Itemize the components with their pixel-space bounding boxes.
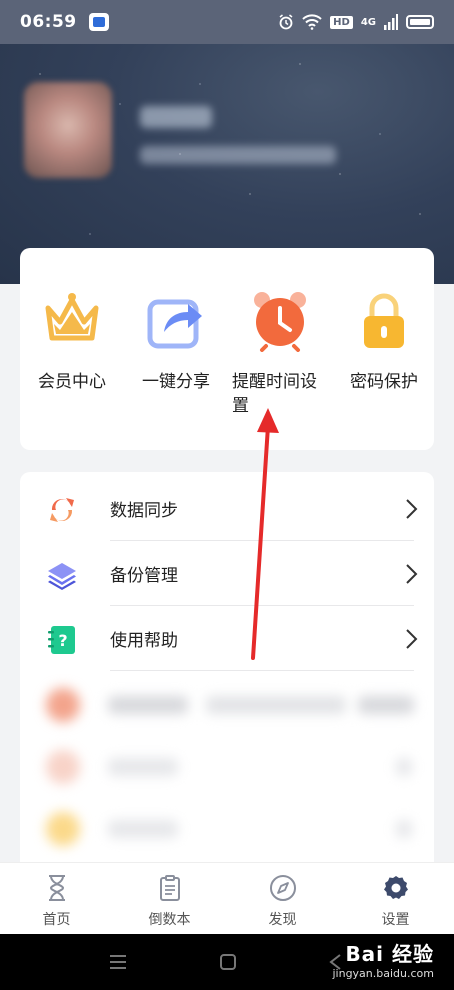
quick-action-share[interactable]: 一键分享 — [124, 248, 228, 450]
alarm-clock-icon — [254, 292, 306, 352]
tab-label: 设置 — [381, 912, 410, 928]
tab-countdown-book[interactable]: 倒数本 — [113, 863, 226, 935]
profile-description-blurred — [140, 146, 336, 164]
tab-label: 发现 — [268, 912, 297, 928]
chevron-right-icon — [406, 499, 418, 519]
tab-home[interactable]: 首页 — [0, 863, 113, 935]
status-bar: 06:59 HD 4G — [0, 0, 454, 44]
compass-icon — [269, 875, 296, 901]
clipboard-icon — [159, 875, 180, 901]
menu-icon[interactable] — [108, 952, 128, 972]
tab-label: 倒数本 — [148, 912, 191, 928]
sync-icon — [50, 498, 74, 522]
watermark: Bai 经验 jingyan.baidu.com — [332, 938, 434, 980]
quick-action-label: 提醒时间设置 — [232, 372, 317, 416]
chevron-right-icon — [406, 629, 418, 649]
help-notebook-icon: ? — [48, 626, 75, 654]
hourglass-icon — [48, 875, 65, 901]
wifi-icon — [302, 14, 322, 30]
status-time: 06:59 — [20, 12, 77, 32]
quick-action-label: 密码保护 — [350, 372, 418, 392]
alarm-status-icon — [279, 14, 293, 30]
tab-label: 首页 — [42, 912, 71, 928]
menu-item-data-sync[interactable]: 数据同步 — [20, 476, 434, 541]
watermark-sub: jingyan.baidu.com — [332, 967, 434, 980]
layers-icon — [48, 563, 76, 590]
crown-icon — [45, 293, 99, 341]
network-type: 4G — [360, 16, 376, 28]
profile-name-blurred — [140, 106, 212, 128]
svg-text:?: ? — [58, 631, 67, 650]
menu-item-label: 备份管理 — [110, 566, 178, 586]
settings-menu-list: 数据同步 备份管理 ? 使用帮助 — [20, 472, 434, 864]
tab-settings[interactable]: 设置 — [339, 863, 452, 935]
quick-action-label: 一键分享 — [142, 372, 210, 392]
share-icon — [147, 299, 202, 349]
hd-badge: HD — [330, 15, 353, 29]
quick-action-reminder-time[interactable]: 提醒时间设置 — [228, 248, 332, 450]
menu-item-backup-manage[interactable]: 备份管理 — [20, 541, 434, 606]
menu-item-help[interactable]: ? 使用帮助 — [20, 606, 434, 671]
quick-action-member-center[interactable]: 会员中心 — [20, 248, 124, 450]
app-notification-icon — [88, 13, 109, 31]
quick-action-label: 会员中心 — [38, 372, 106, 392]
blurred-menu-item — [20, 736, 434, 798]
avatar[interactable] — [24, 82, 112, 178]
menu-item-label: 使用帮助 — [110, 631, 178, 651]
chevron-right-icon — [406, 564, 418, 584]
status-indicators: HD 4G — [278, 14, 434, 30]
bottom-tab-bar: 首页 倒数本 发现 设置 — [0, 862, 454, 934]
tab-discover[interactable]: 发现 — [226, 863, 339, 935]
watermark-main: Bai 经验 — [345, 942, 434, 966]
signal-icon — [384, 14, 398, 30]
quick-action-password-protect[interactable]: 密码保护 — [332, 248, 436, 450]
gear-icon — [383, 876, 408, 899]
lock-icon — [364, 293, 404, 348]
home-nav-icon[interactable] — [218, 952, 238, 972]
blurred-menu-item — [20, 798, 434, 860]
menu-item-label: 数据同步 — [110, 501, 178, 521]
battery-icon — [406, 15, 434, 29]
blurred-menu-item — [20, 674, 434, 736]
divider — [110, 670, 414, 671]
quick-actions-card: 会员中心 一键分享 提醒时间设置 密码保护 — [20, 248, 434, 450]
